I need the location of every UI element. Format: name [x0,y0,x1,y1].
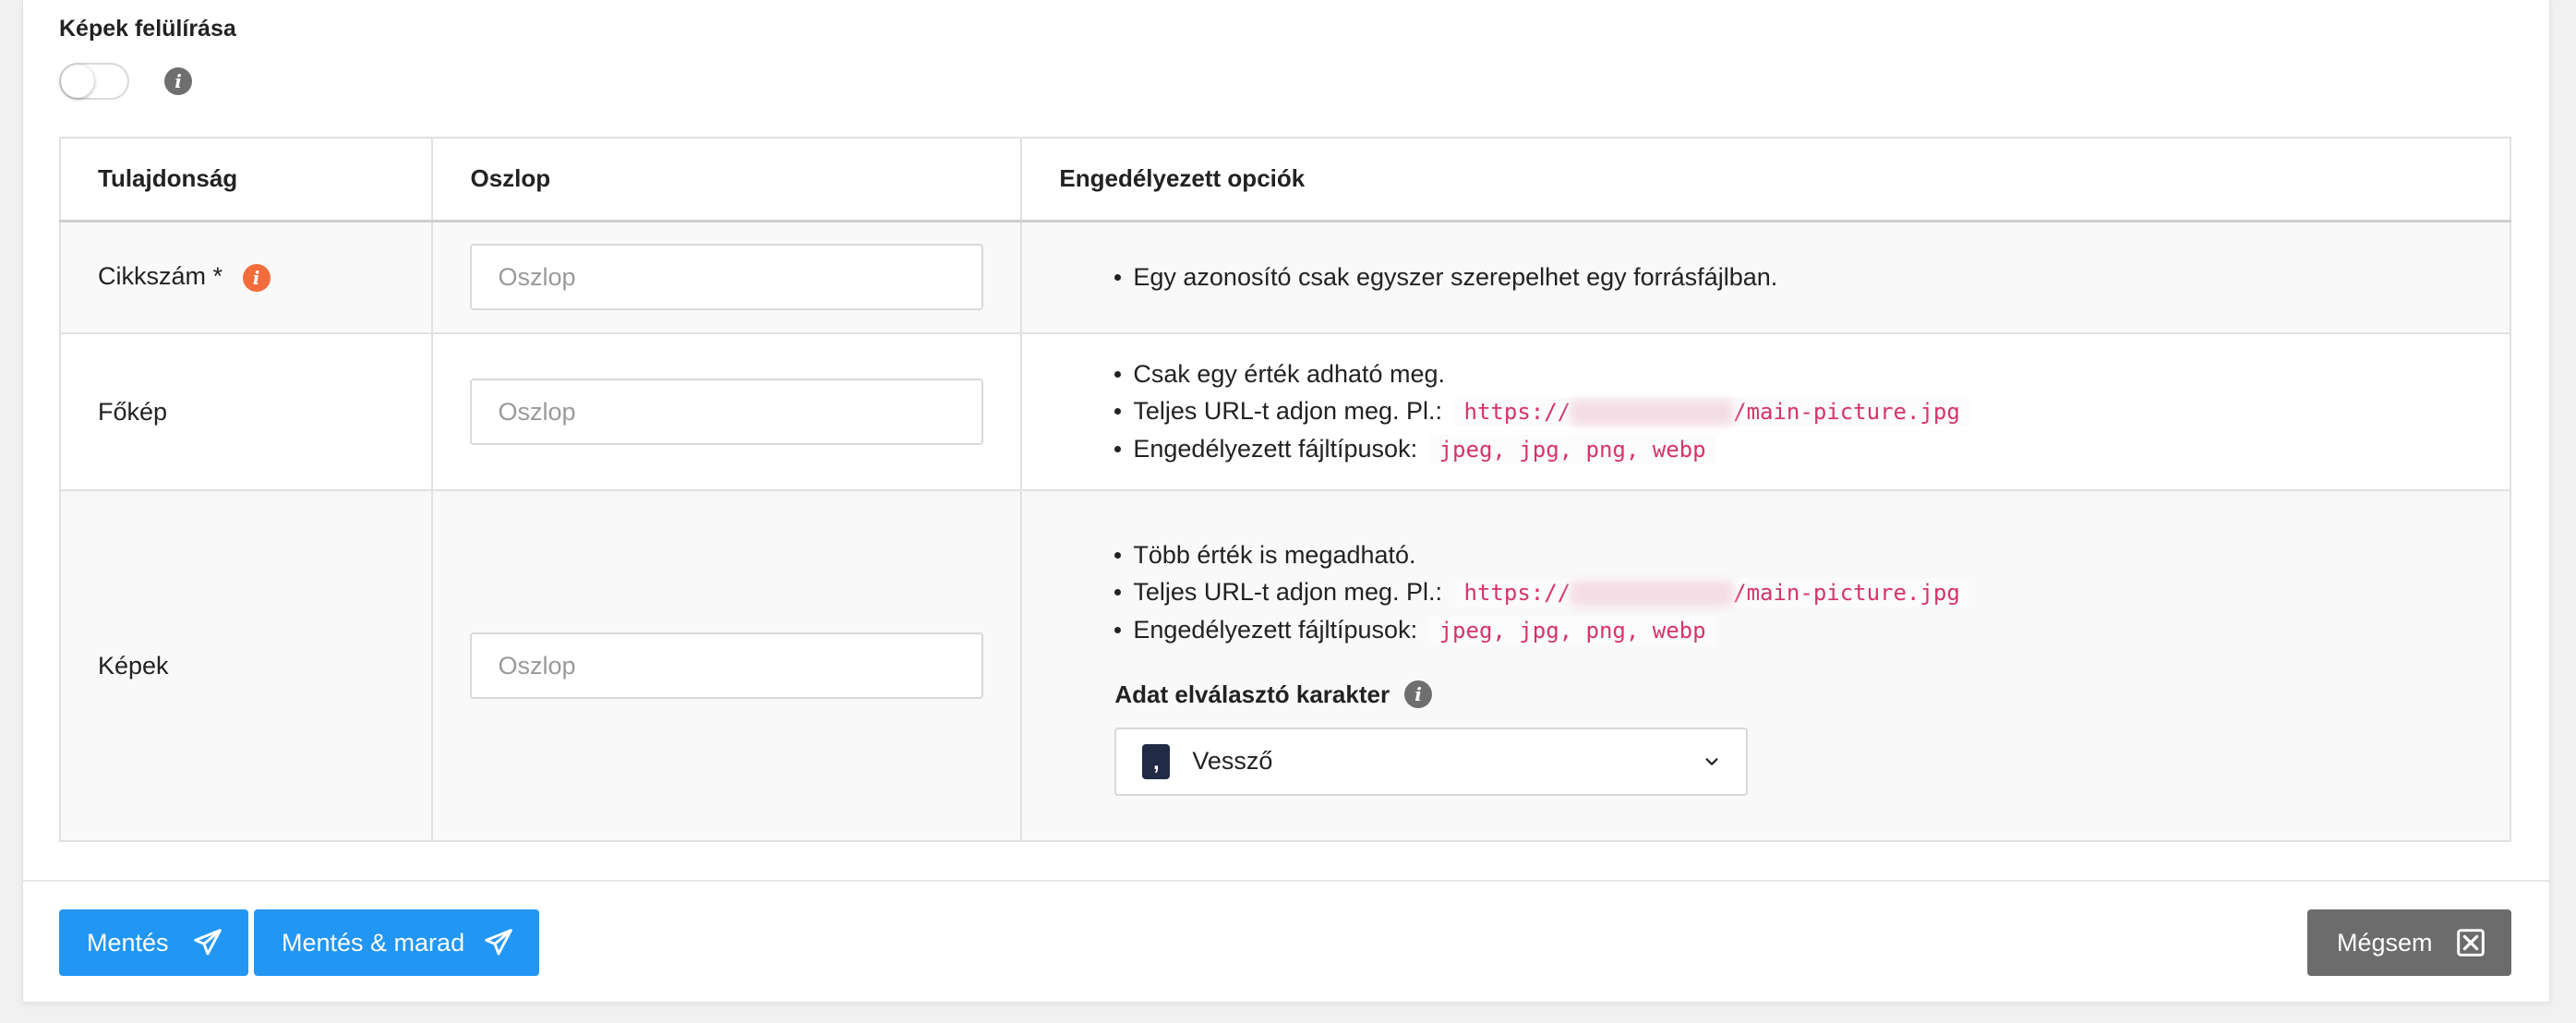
save-and-stay-label: Mentés & marad [282,928,465,957]
property-name-images: Képek [98,651,169,680]
option-item: Engedélyezett fájltípusok: jpeg, jpg, pn… [1114,611,2510,649]
cancel-button[interactable]: Mégsem [2307,909,2511,976]
separator-label-row: Adat elválasztó karakter i [1114,680,2510,709]
url-suffix: /main-picture.jpg [1733,399,1960,425]
paper-plane-icon [194,929,222,956]
overwrite-images-label: Képek felülírása [59,16,236,42]
header-column: Oszlop [431,137,1023,223]
url-prefix: https:// [1463,579,1571,606]
header-allowed-options: Engedélyezett opciók [1020,137,2511,223]
separator-select[interactable]: , Vessző [1114,727,1749,796]
option-item: Csak egy érték adható meg. [1114,355,2510,392]
column-cell [431,332,1023,491]
separator-char-chip: , [1142,743,1171,779]
url-prefix: https:// [1463,399,1571,425]
redacted-domain [1571,400,1734,426]
option-text: Teljes URL-t adjon meg. Pl.: [1133,577,1443,606]
sku-column-input[interactable] [470,244,984,311]
file-types: jpeg, jpg, png, webp [1429,615,1715,645]
header-property: Tulajdonság [58,137,434,223]
table-row: Képek Több érték is megadható. Teljes UR… [58,489,2511,842]
toggle-knob [61,65,94,98]
url-example: https:// /main-picture.jpg [1454,397,1969,427]
option-item: Egy azonosító csak egyszer szerepelhet e… [1114,259,2510,295]
column-cell [431,489,1023,842]
file-types: jpeg, jpg, png, webp [1429,435,1715,464]
overwrite-images-toggle[interactable] [59,63,129,100]
separator-label: Adat elválasztó karakter [1114,680,1390,708]
url-example: https:// /main-picture.jpg [1454,577,1969,608]
option-text: Engedélyezett fájltípusok: [1133,435,1418,463]
option-text: Teljes URL-t adjon meg. Pl.: [1133,397,1443,425]
save-button[interactable]: Mentés [59,909,248,976]
required-info-icon[interactable]: i [242,264,271,293]
table-row: Cikkszám * i Egy azonosító csak egyszer … [58,220,2511,334]
option-text: Engedélyezett fájltípusok: [1133,615,1418,644]
separator-selected-value: Vessző [1192,747,1273,775]
property-mapping-table: Tulajdonság Oszlop Engedélyezett opciók … [58,137,2511,842]
options-cell: Csak egy érték adható meg. Teljes URL-t … [1020,332,2511,491]
property-name-sku: Cikkszám * [98,262,223,291]
column-cell [431,220,1023,334]
property-cell: Cikkszám * i [58,220,434,334]
url-suffix: /main-picture.jpg [1733,579,1960,606]
save-and-stay-button[interactable]: Mentés & marad [254,909,539,976]
option-item: Teljes URL-t adjon meg. Pl.: https:// /ma… [1114,573,2510,611]
options-cell: Egy azonosító csak egyszer szerepelhet e… [1020,220,2511,334]
info-icon[interactable]: i [1404,680,1433,708]
option-item: Több érték is megadható. [1114,536,2510,573]
cancel-button-label: Mégsem [2337,928,2433,957]
save-button-label: Mentés [87,928,169,957]
chevron-down-icon [1705,757,1718,765]
table-header-row: Tulajdonság Oszlop Engedélyezett opciók [58,137,2511,223]
close-box-icon [2457,929,2485,957]
info-icon[interactable]: i [164,67,192,95]
option-item: Engedélyezett fájltípusok: jpeg, jpg, pn… [1114,430,2510,468]
redacted-domain [1571,580,1734,607]
paper-plane-icon [485,929,512,956]
footer-divider [22,880,2550,882]
property-cell: Képek [58,489,434,842]
options-cell: Több érték is megadható. Teljes URL-t ad… [1020,489,2511,842]
main-image-column-input[interactable] [470,379,984,445]
option-item: Teljes URL-t adjon meg. Pl.: https:// /ma… [1114,392,2510,430]
table-row: Főkép Csak egy érték adható meg. Teljes … [58,332,2511,491]
property-cell: Főkép [58,332,434,491]
images-column-input[interactable] [470,632,984,699]
property-name-main-image: Főkép [98,397,168,426]
